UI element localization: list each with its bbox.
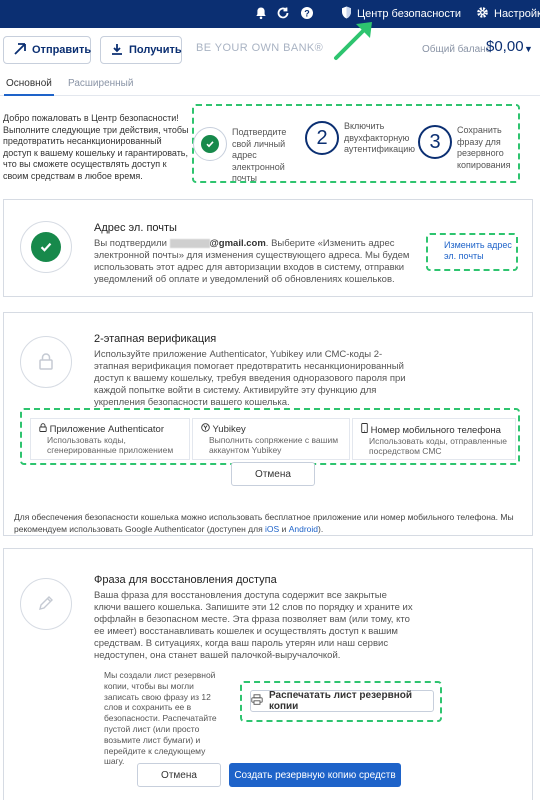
top-navigation-bar: ? Центр безопасности Настройки [0, 0, 540, 28]
note-end: ). [318, 524, 324, 534]
backup-sheet-text: Мы создали лист резервной копии, чтобы в… [104, 670, 217, 767]
email-text-before: Вы подтвердили [94, 238, 170, 249]
print-backup-button[interactable]: Распечатать лист резервной копии [250, 690, 434, 712]
printer-icon [251, 694, 263, 708]
two-factor-title: 2-этапная верификация [94, 333, 217, 345]
step-verify-email[interactable]: Подтвердите свой личный адрес электронно… [193, 127, 305, 185]
brand-slogan: BE YOUR OWN BANK® [196, 42, 324, 54]
option-authenticator-desc: Использовать коды, сгенерированные прило… [47, 435, 174, 455]
tab-bar: Основной Расширенный [0, 76, 540, 96]
option-yubikey[interactable]: Yubikey Выполнить сопряжение с вашим акк… [192, 418, 350, 460]
bell-icon[interactable] [254, 6, 268, 20]
refresh-icon[interactable] [276, 6, 290, 20]
step-done-circle [193, 127, 227, 161]
lock-icon [38, 352, 54, 373]
note-and: и [279, 524, 289, 534]
tab-basic[interactable]: Основной [6, 78, 52, 89]
send-label: Отправить [32, 44, 92, 56]
recovery-phrase-text: Ваша фраза для восстановления доступа со… [94, 590, 413, 661]
step-2-text: Включить двухфакторную аутентификацию [344, 121, 416, 154]
step-2-number: 2 [305, 121, 339, 155]
redacted-email [169, 238, 210, 248]
gear-icon [476, 6, 489, 22]
receive-label: Получить [129, 44, 182, 56]
email-card-title: Адрес эл. почты [94, 222, 177, 234]
receive-button[interactable]: Получить [100, 36, 182, 64]
step-1-text: Подтвердите свой личный адрес электронно… [232, 127, 287, 183]
svg-text:?: ? [304, 9, 310, 19]
print-backup-label: Распечатать лист резервной копии [269, 690, 413, 712]
option-authenticator-title: Приложение Authenticator [49, 424, 164, 435]
welcome-text: Добро пожаловать в Центр безопасности! В… [3, 113, 189, 181]
active-tab-indicator [4, 94, 54, 96]
tab-advanced[interactable]: Расширенный [68, 78, 133, 89]
email-suffix: @gmail.com [209, 238, 266, 249]
recovery-phrase-title: Фраза для восстановления доступа [94, 574, 277, 586]
settings-label: Настройки [494, 8, 540, 20]
lock-icon [39, 423, 50, 435]
option-authenticator[interactable]: Приложение Authenticator Использовать ко… [30, 418, 190, 460]
pencil-icon [37, 594, 55, 615]
option-mobile-desc: Использовать коды, отправленные посредст… [369, 436, 507, 456]
yubikey-icon [201, 423, 212, 435]
checkmark-icon [201, 135, 219, 153]
chevron-down-icon[interactable]: ▼ [524, 44, 533, 54]
step-save-phrase[interactable]: 3 Сохранить фразу для резервного копиров… [418, 125, 523, 171]
option-mobile-phone[interactable]: Номер мобильного телефона Использовать к… [352, 418, 516, 460]
note-text: Для обеспечения безопасности кошелька мо… [14, 512, 514, 534]
balance-value[interactable]: $0,00 [486, 38, 524, 55]
create-backup-button[interactable]: Создать резервную копию средств [229, 763, 401, 787]
download-icon [111, 43, 123, 58]
two-factor-cancel-button[interactable]: Отмена [231, 462, 315, 486]
android-link[interactable]: Android [289, 524, 318, 534]
two-factor-status-circle [20, 336, 72, 388]
phone-icon [361, 423, 371, 436]
option-mobile-title: Номер мобильного телефона [370, 425, 501, 436]
option-yubikey-desc: Выполнить сопряжение с вашим аккаунтом Y… [209, 435, 339, 455]
settings-link[interactable]: Настройки [476, 6, 540, 22]
two-factor-text: Используйте приложение Authenticator, Yu… [94, 349, 406, 408]
checkmark-icon [31, 232, 61, 262]
change-email-link[interactable]: Изменить адрес эл. почты [444, 240, 514, 262]
send-icon [14, 42, 26, 58]
send-button[interactable]: Отправить [3, 36, 91, 64]
step-enable-2fa[interactable]: 2 Включить двухфакторную аутентификацию [305, 121, 415, 156]
step-3-text: Сохранить фразу для резервного копирован… [457, 125, 511, 170]
highlight-arrow [334, 22, 372, 60]
two-factor-note: Для обеспечения безопасности кошелька мо… [14, 511, 532, 535]
email-status-circle [20, 221, 72, 273]
step-3-number: 3 [418, 125, 452, 159]
email-card-text: Вы подтвердили @gmail.com. Выберите «Изм… [94, 238, 416, 286]
ios-link[interactable]: iOS [265, 524, 279, 534]
help-icon[interactable]: ? [300, 6, 314, 20]
option-yubikey-title: Yubikey [212, 424, 246, 435]
balance-label: Общий баланс [422, 44, 491, 55]
recovery-phrase-status-circle [20, 578, 72, 630]
phrase-cancel-button[interactable]: Отмена [137, 763, 221, 787]
